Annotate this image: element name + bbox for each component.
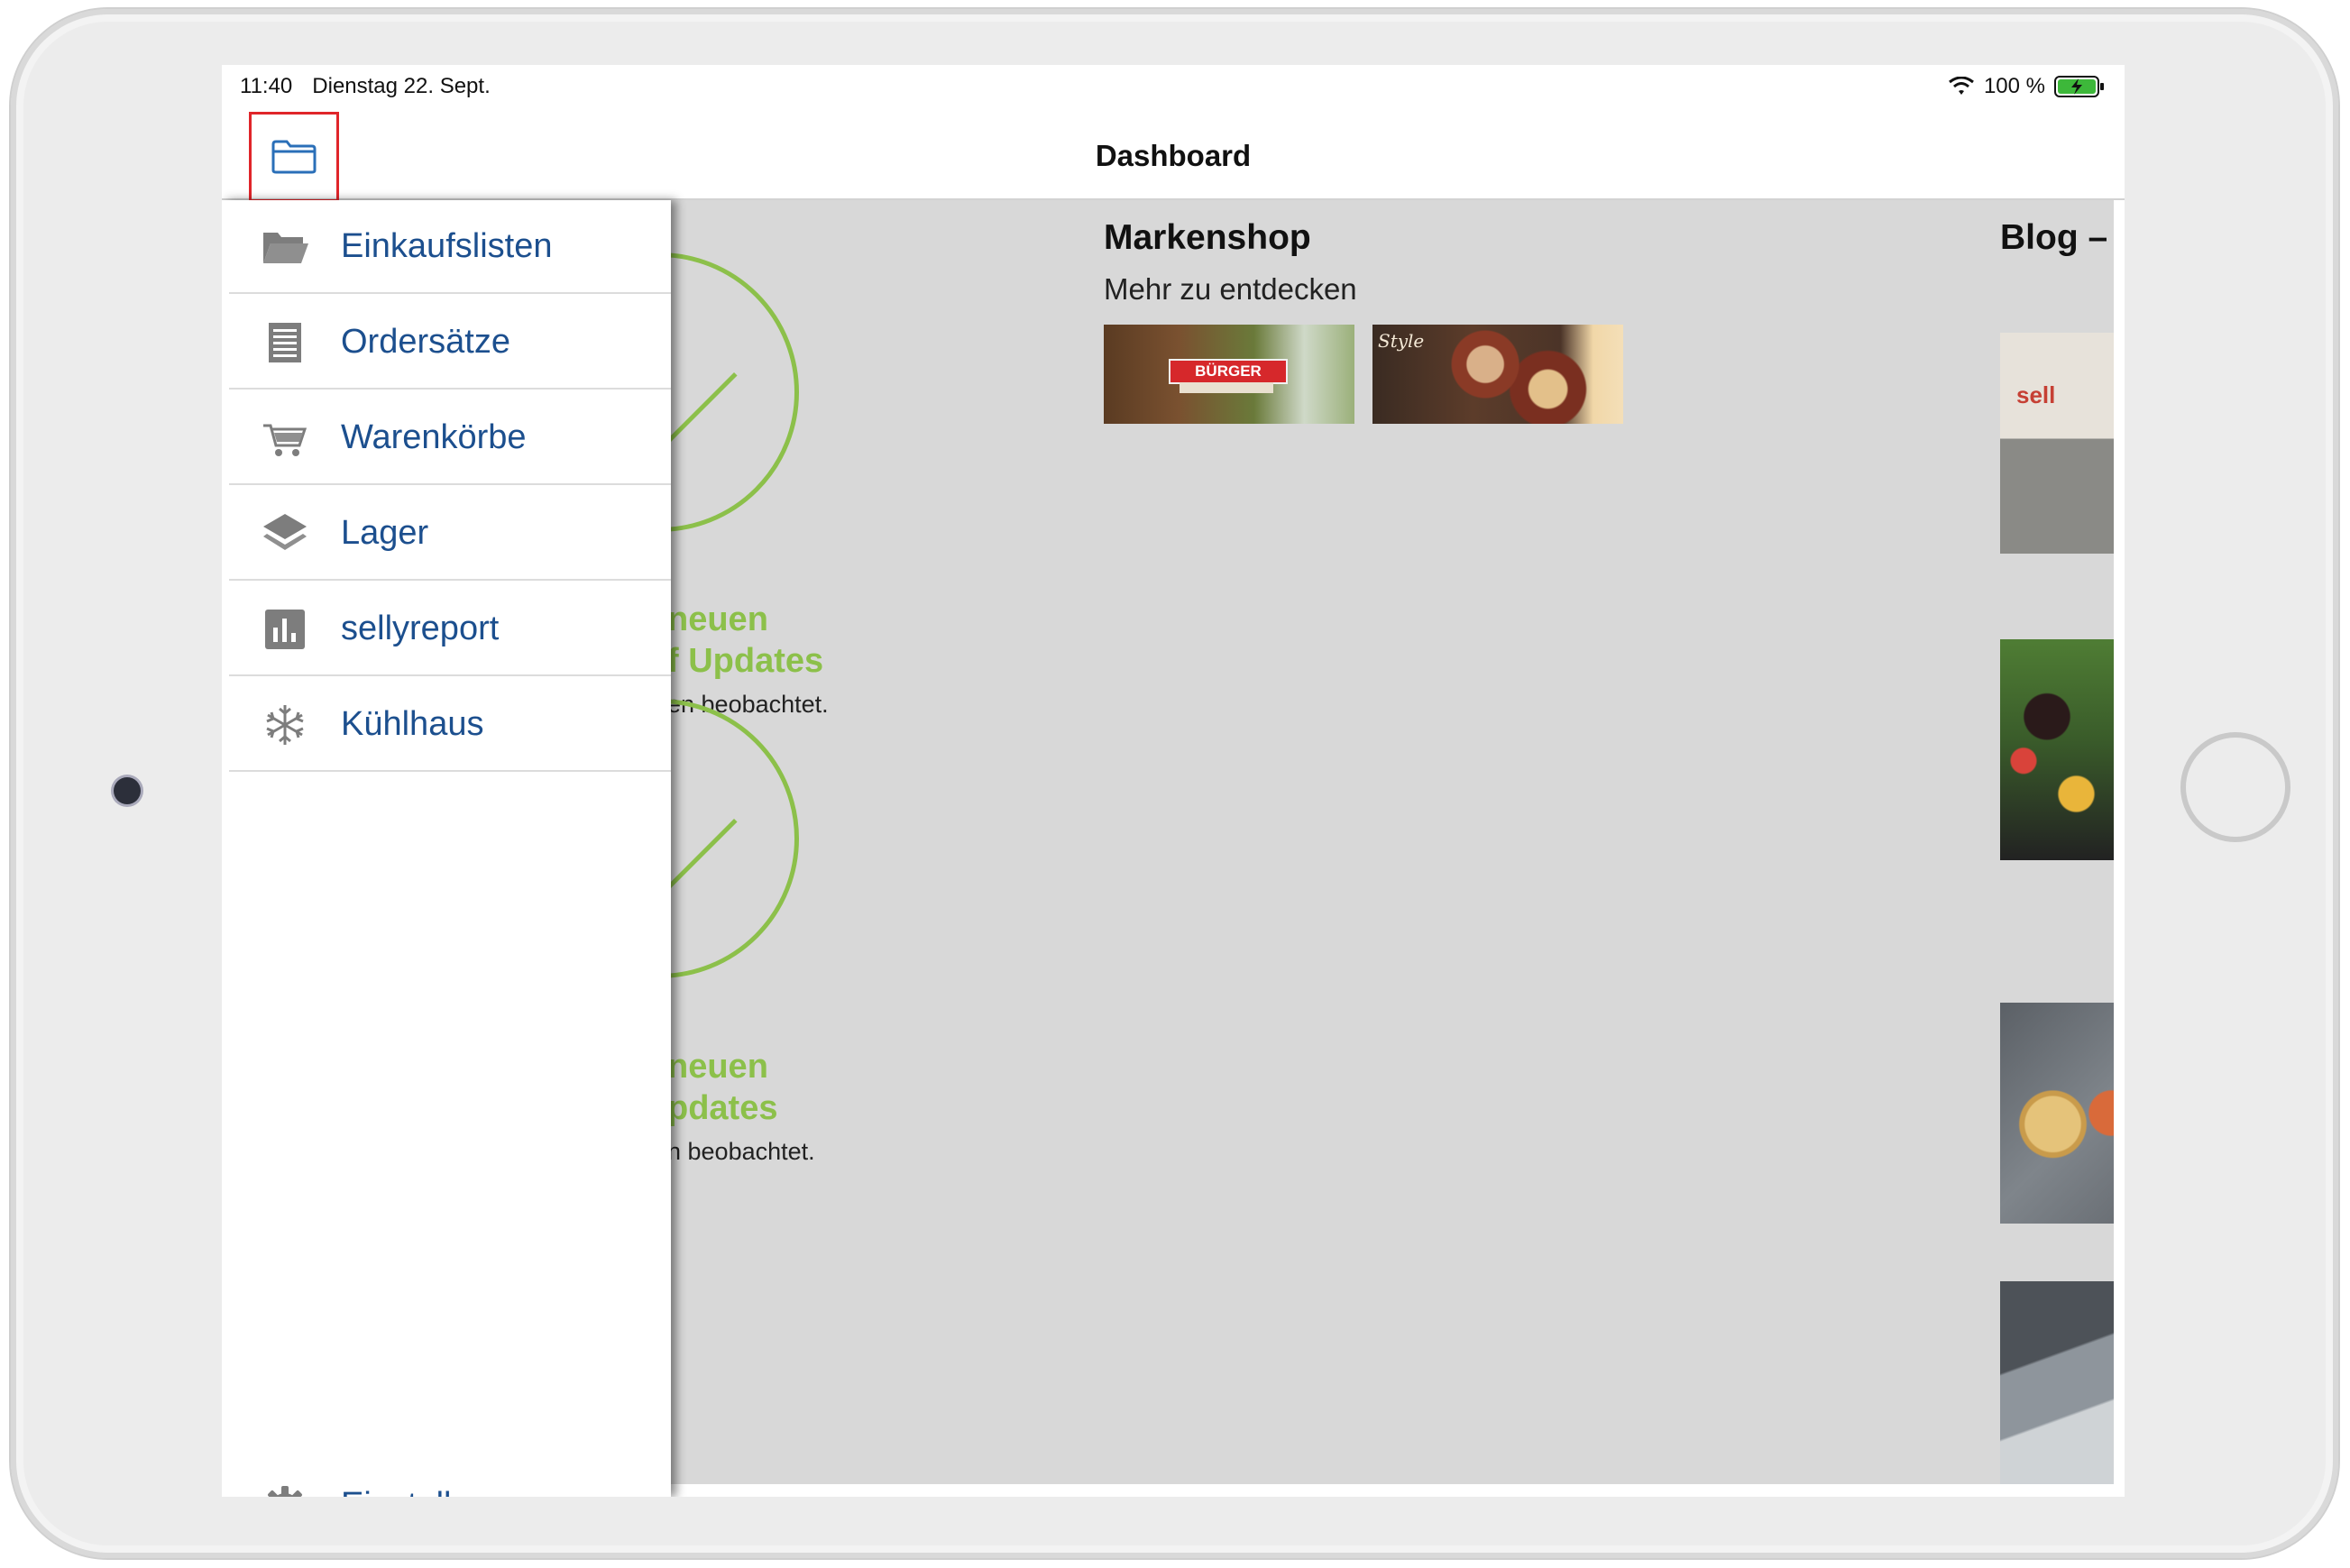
menu-label-einstellungen: Einstellungen xyxy=(341,1486,546,1497)
menu-item-lager[interactable]: Lager xyxy=(229,487,671,581)
menu-item-sellyreport[interactable]: sellyreport xyxy=(229,582,671,676)
menu-item-warenkoerbe[interactable]: Warenkörbe xyxy=(229,391,671,485)
menu-item-einkaufslisten[interactable]: Einkaufslisten xyxy=(229,200,671,294)
blog-thumbnail-1[interactable]: sell xyxy=(2000,333,2114,554)
selly-logo-mark: sell xyxy=(2016,381,2056,408)
blog-thumbnail-2[interactable] xyxy=(2000,639,2114,860)
menu-item-kuehlhaus[interactable]: Kühlhaus xyxy=(229,678,671,772)
gear-icon xyxy=(268,1486,302,1497)
snowflake-icon xyxy=(266,705,304,745)
document-list-icon xyxy=(269,323,301,362)
home-button[interactable] xyxy=(2180,732,2290,842)
menu-label-warenkoerbe: Warenkörbe xyxy=(341,418,527,456)
open-folder-icon xyxy=(263,233,308,263)
front-camera xyxy=(114,777,141,804)
menu-item-ordersaetze[interactable]: Ordersätze xyxy=(229,296,671,390)
menu-label-einkaufslisten: Einkaufslisten xyxy=(341,227,553,265)
menu-label-kuehlhaus: Kühlhaus xyxy=(341,705,484,743)
menu-item-einstellungen[interactable]: Einstellungen xyxy=(229,1473,671,1497)
blog-thumbnail-3[interactable] xyxy=(2000,1003,2114,1224)
menu-label-sellyreport: sellyreport xyxy=(341,610,500,647)
content-edge xyxy=(2114,200,2125,1497)
menu-label-ordersaetze: Ordersätze xyxy=(341,323,510,361)
menu-label-lager: Lager xyxy=(341,514,429,552)
layers-icon xyxy=(263,514,307,550)
blog-thumbnail-4[interactable] xyxy=(2000,1281,2114,1484)
shopping-cart-icon xyxy=(263,424,308,456)
side-drawer: Einkaufslisten Ordersätze Warenkörbe Lag… xyxy=(222,200,671,1497)
bar-chart-icon xyxy=(265,610,305,649)
screen: 11:40 Dienstag 22. Sept. 100 % Dashboard xyxy=(222,65,2125,1497)
